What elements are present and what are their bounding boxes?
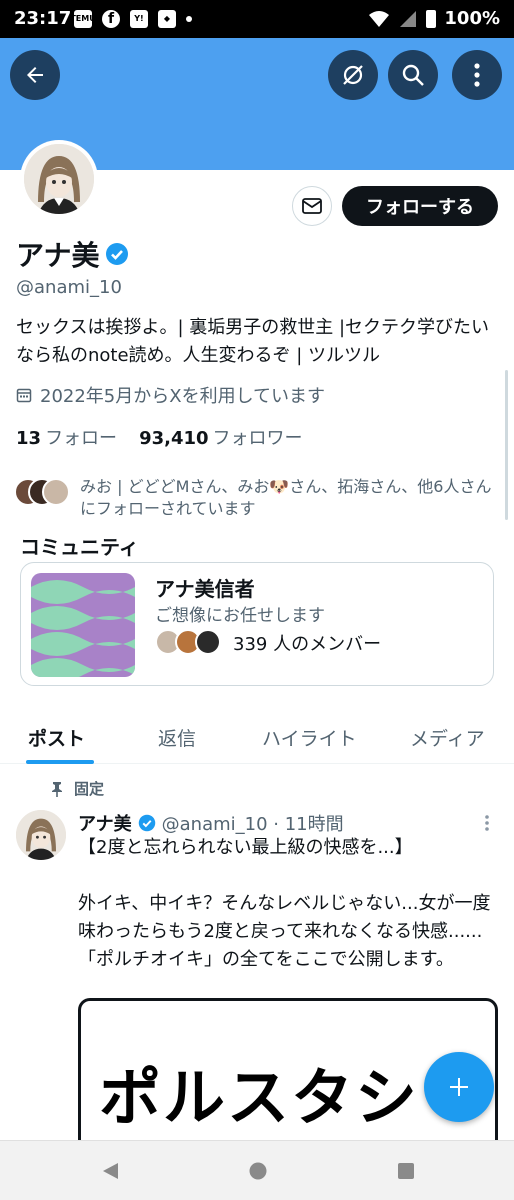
community-section-title: コミュニティ <box>20 535 139 559</box>
back-button[interactable] <box>10 50 60 100</box>
community-name: アナ美信者 <box>155 577 255 601</box>
yahoo-icon: Y! <box>130 10 148 28</box>
following-link[interactable]: 13 フォロー <box>16 424 117 450</box>
more-vertical-icon <box>474 63 480 87</box>
battery-percent: 100% <box>444 8 500 29</box>
pinned-indicator: 固定 <box>50 778 104 799</box>
avatar <box>42 478 70 506</box>
follow-button[interactable]: フォローする <box>342 186 498 226</box>
plus-icon <box>450 1078 468 1096</box>
battery-icon <box>426 9 437 28</box>
followers-count: 93,410 <box>139 428 209 449</box>
post-author-name[interactable]: アナ美 <box>78 810 132 836</box>
post-header: アナ美 @anami_10 · 11時間 <box>78 810 344 836</box>
no-cloud-icon <box>343 65 363 85</box>
status-time: 23:17 <box>14 8 72 29</box>
pinned-label: 固定 <box>74 780 105 798</box>
tab-replies[interactable]: 返信 <box>158 724 196 751</box>
status-right: 100% <box>368 8 500 29</box>
post-meta: @anami_10 · 11時間 <box>161 814 344 835</box>
community-member-count: 339 人のメンバー <box>233 634 382 655</box>
more-options-button[interactable] <box>452 50 502 100</box>
status-bar: 23:17 TEMU f Y! ◆ 100% <box>0 0 514 38</box>
profile-name: アナ美 <box>16 239 100 272</box>
nav-recents-icon[interactable] <box>396 1161 416 1181</box>
calendar-icon <box>16 388 32 403</box>
tab-highlights[interactable]: ハイライト <box>262 724 357 751</box>
avatar-image <box>24 144 94 214</box>
post-more-icon[interactable] <box>484 814 490 832</box>
facebook-icon: f <box>102 10 120 28</box>
scrollbar[interactable] <box>505 370 508 520</box>
nav-back-icon[interactable] <box>100 1161 120 1181</box>
profile-handle: @anami_10 <box>16 277 122 298</box>
message-button[interactable] <box>292 186 332 226</box>
system-nav-bar <box>0 1140 514 1200</box>
followers-label: フォロワー <box>212 428 303 449</box>
profile-tabs: ポスト 返信 ハイライト メディア <box>0 708 514 764</box>
followed-by-avatars <box>14 476 72 508</box>
followers-link[interactable]: 93,410 フォロワー <box>139 424 302 450</box>
pin-icon <box>52 781 62 797</box>
joined-text: 2022年5月からXを利用しています <box>40 386 326 407</box>
nav-home-icon[interactable] <box>248 1161 268 1181</box>
follow-stats: 13 フォロー 93,410 フォロワー <box>16 424 303 450</box>
community-image <box>31 573 135 677</box>
following-count: 13 <box>16 428 42 449</box>
tab-posts[interactable]: ポスト <box>28 724 85 751</box>
temu-icon: TEMU <box>70 10 96 28</box>
community-member-avatars <box>155 629 223 657</box>
search-icon <box>402 64 424 86</box>
community-description: ご想像にお任せします <box>155 606 325 626</box>
community-card[interactable]: アナ美信者 ご想像にお任せします 339 人のメンバー <box>20 562 494 686</box>
verified-badge-icon <box>106 243 129 265</box>
signal-icon <box>400 10 417 27</box>
profile-avatar[interactable] <box>20 140 98 218</box>
profile-bio: セックスは挨拶よ。| 裏垢男子の救世主 |セクテク学びたいなら私のnote読め。… <box>16 317 490 366</box>
wifi-icon <box>369 10 390 27</box>
active-tab-indicator <box>26 760 94 764</box>
community-members: 339 人のメンバー <box>155 629 381 657</box>
avatar <box>195 629 221 655</box>
search-button[interactable] <box>388 50 438 100</box>
more-notifications-dot <box>186 16 192 22</box>
arrow-left-icon <box>27 67 43 83</box>
verified-badge-icon <box>138 814 155 832</box>
no-cloud-button[interactable] <box>328 50 378 100</box>
profile-name-row: アナ美 <box>16 234 129 274</box>
compose-post-button[interactable] <box>424 1052 494 1122</box>
following-label: フォロー <box>45 428 118 449</box>
followed-by-row[interactable]: みお | どどどMさん、みお🐶さん、拓海さん、他6人さんにフォローされています <box>14 476 504 520</box>
tab-media[interactable]: メディア <box>410 724 485 751</box>
envelope-icon <box>302 198 322 214</box>
notification-icon: ◆ <box>158 10 176 28</box>
followed-by-text: みお | どどどMさん、みお🐶さん、拓海さん、他6人さんにフォローされています <box>80 477 492 518</box>
post-author-avatar[interactable] <box>16 810 66 860</box>
media-caption-text: ポルスタシ <box>99 1061 420 1134</box>
status-app-icons: TEMU f Y! ◆ <box>70 10 192 28</box>
joined-date: 2022年5月からXを利用しています <box>16 382 325 408</box>
post-text: 【2度と忘れられない最上級の快感を...】 外イキ、中イキ？そんなレベルじゃない… <box>78 837 491 970</box>
